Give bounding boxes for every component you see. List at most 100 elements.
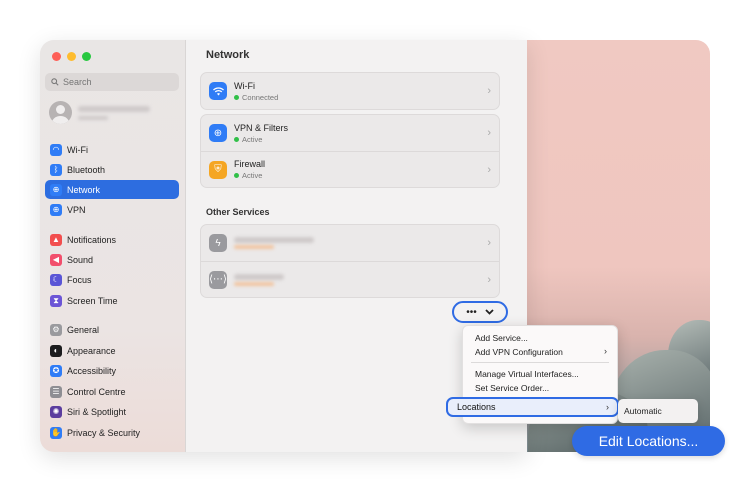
submenu-item-automatic[interactable]: Automatic — [624, 406, 662, 416]
bell-icon: ▲ — [50, 233, 62, 246]
sidebar-item-appearance[interactable]: ◐ Appearance — [45, 341, 179, 360]
thunderbolt-icon: ϟ — [209, 234, 227, 252]
moon-icon: ☾ — [50, 273, 62, 286]
status-text: Active — [242, 134, 263, 144]
locations-label: Locations — [457, 402, 496, 412]
service-status: Connected — [234, 93, 278, 102]
wifi-icon: ◠ — [50, 143, 62, 156]
service-name-blurred — [234, 237, 314, 249]
chevron-right-icon: › — [487, 163, 491, 176]
vpn-globe-icon: ⊕ — [209, 124, 227, 142]
sidebar-item-label: Sound — [67, 254, 94, 265]
other-services-heading: Other Services — [206, 207, 270, 217]
service-name: Wi-Fi — [234, 80, 255, 91]
chevron-right-icon: › — [606, 402, 609, 412]
sidebar-item-wi-fi[interactable]: ◠ Wi-Fi — [45, 140, 179, 159]
chevron-right-icon: › — [487, 127, 491, 139]
other-services-card: ϟ › ⟨⋯⟩ › — [200, 224, 500, 298]
service-status: Active — [234, 135, 288, 144]
sidebar-item-label: VPN — [67, 204, 86, 215]
service-name: Firewall — [234, 159, 266, 169]
search-input[interactable] — [63, 77, 163, 87]
service-status: Active — [234, 171, 265, 180]
hourglass-icon: ⧗ — [50, 294, 62, 307]
sidebar-item-vpn[interactable]: ⊕ VPN — [45, 200, 179, 219]
sidebar-item-label: Accessibility — [67, 365, 117, 376]
system-settings-window: ◠ Wi-Fi ᛒ Bluetooth ⊕ Network ⊕ VPN ▲ Notificatio… — [40, 40, 527, 452]
sidebar-item-label: Screen Time — [67, 295, 118, 306]
speaker-icon: ◀ — [50, 253, 62, 266]
locations-submenu: Automatic — [618, 399, 698, 423]
sidebar-item-sound[interactable]: ◀ Sound — [45, 250, 179, 269]
ethernet-icon: ⟨⋯⟩ — [209, 270, 227, 289]
sidebar: ◠ Wi-Fi ᛒ Bluetooth ⊕ Network ⊕ VPN ▲ Notificatio… — [40, 40, 186, 452]
sidebar-item-siri-spotlight[interactable]: ✺ Siri & Spotlight — [45, 402, 179, 421]
menu-item-locations[interactable]: Locations › — [446, 397, 619, 417]
sidebar-item-bluetooth[interactable]: ᛒ Bluetooth — [45, 160, 179, 179]
sidebar-item-label: Notifications — [67, 234, 117, 245]
service-card-group: ⊕ VPN & Filters Active › ⛨ Firewall Acti… — [200, 114, 500, 188]
sidebar-item-label: Privacy & Security — [67, 427, 141, 438]
sidebar-item-focus[interactable]: ☾ Focus — [45, 270, 179, 289]
wifi-icon — [209, 82, 227, 100]
minimize-button[interactable] — [67, 52, 76, 61]
chevron-right-icon: › — [604, 346, 607, 356]
menu-item-manage-virtual-interfaces[interactable]: Manage Virtual Interfaces... — [475, 369, 579, 379]
sidebar-item-notifications[interactable]: ▲ Notifications — [45, 230, 179, 249]
service-row-iphone-usb[interactable]: ⟨⋯⟩ › — [201, 261, 499, 297]
service-name: VPN & Filters — [234, 122, 289, 133]
sidebar-item-label: Bluetooth — [67, 164, 106, 175]
status-text: Active — [242, 171, 263, 180]
search-field[interactable] — [45, 73, 179, 91]
status-dot — [234, 136, 239, 142]
chevron-right-icon: › — [487, 237, 491, 249]
edit-locations-button[interactable]: Edit Locations... — [572, 426, 725, 456]
siri-icon: ✺ — [50, 405, 62, 418]
menu-item-add-service[interactable]: Add Service... — [475, 333, 528, 343]
status-dot — [234, 94, 239, 100]
sidebar-item-privacy-security[interactable]: ✋ Privacy & Security — [45, 423, 179, 442]
avatar — [49, 101, 72, 124]
sidebar-item-label: General — [67, 324, 100, 335]
more-actions-button[interactable]: ••• — [452, 301, 508, 323]
menu-item-add-vpn-configuration[interactable]: Add VPN Configuration — [475, 347, 563, 357]
sidebar-item-screen-time[interactable]: ⧗ Screen Time — [45, 291, 179, 310]
sidebar-item-label: Network — [67, 184, 101, 195]
status-dot — [234, 173, 239, 178]
sidebar-item-label: Siri & Spotlight — [67, 406, 127, 417]
sidebar-item-label: Focus — [67, 274, 92, 285]
gear-icon: ⚙ — [50, 323, 62, 336]
more-icon: ••• — [466, 306, 477, 318]
menu-separator — [471, 362, 609, 363]
service-row-wifi[interactable]: Wi-Fi Connected › — [201, 73, 499, 109]
service-row-vpn[interactable]: ⊕ VPN & Filters Active › — [201, 115, 499, 151]
sidebar-item-network[interactable]: ⊕ Network — [45, 180, 179, 199]
close-button[interactable] — [52, 52, 61, 61]
sidebar-item-label: Appearance — [67, 345, 116, 356]
service-row-firewall[interactable]: ⛨ Firewall Active › — [201, 151, 499, 187]
apple-account[interactable] — [49, 101, 150, 124]
status-text: Connected — [242, 92, 279, 102]
sidebar-item-control-centre[interactable]: ☰ Control Centre — [45, 382, 179, 401]
menu-item-set-service-order[interactable]: Set Service Order... — [475, 383, 549, 393]
sidebar-item-label: Wi-Fi — [67, 144, 88, 155]
zoom-button[interactable] — [82, 52, 91, 61]
bluetooth-icon: ᛒ — [50, 163, 62, 176]
sidebar-item-accessibility[interactable]: ✪ Accessibility — [45, 361, 179, 380]
account-name-blurred — [78, 105, 150, 120]
service-name-blurred — [234, 273, 284, 286]
chevron-right-icon: › — [487, 273, 491, 286]
appearance-icon: ◐ — [50, 344, 62, 357]
hand-icon: ✋ — [50, 426, 62, 439]
globe-icon: ⊕ — [50, 183, 62, 196]
accessibility-icon: ✪ — [50, 364, 62, 377]
desktop: ◠ Wi-Fi ᛒ Bluetooth ⊕ Network ⊕ VPN ▲ Notificatio… — [0, 0, 750, 492]
control-centre-icon: ☰ — [50, 385, 62, 398]
page-title: Network — [206, 49, 250, 61]
firewall-icon: ⛨ — [209, 160, 227, 179]
sidebar-item-label: Control Centre — [67, 386, 126, 397]
sidebar-item-general[interactable]: ⚙ General — [45, 320, 179, 339]
service-card-wifi: Wi-Fi Connected › — [200, 72, 500, 110]
service-row-thunderbolt[interactable]: ϟ › — [201, 225, 499, 261]
window-controls — [52, 52, 91, 61]
